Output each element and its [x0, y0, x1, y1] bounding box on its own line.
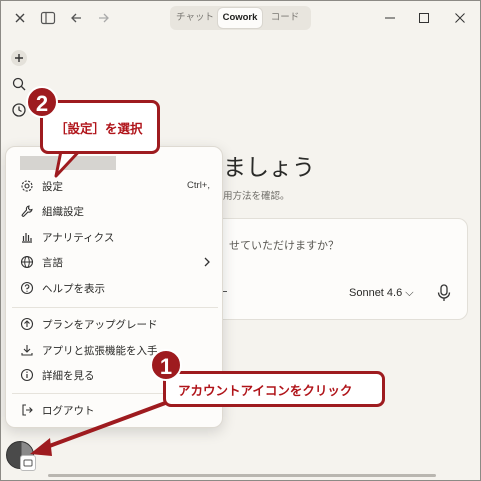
menu-shortcut: Ctrl+,	[187, 180, 210, 191]
annotation-step1: アカウントアイコンをクリック	[163, 371, 385, 407]
composer-placeholder: せていただけますか？	[229, 239, 339, 252]
menu-item-language[interactable]: 言語	[12, 250, 218, 274]
menu-item-upgrade[interactable]: プランをアップグレード	[12, 312, 218, 336]
minimize-icon[interactable]	[380, 8, 400, 28]
sidebar-toggle-icon[interactable]	[39, 9, 57, 27]
close-x-icon[interactable]	[11, 9, 29, 27]
download-icon	[20, 343, 34, 357]
tab-code[interactable]: コード	[264, 8, 306, 28]
annotation-step1-number: 1	[150, 349, 182, 381]
account-email-redacted	[20, 156, 116, 170]
menu-item-analytics[interactable]: アナリティクス	[12, 225, 218, 249]
greeting-heading: ましょう	[223, 155, 315, 181]
maximize-icon[interactable]	[414, 8, 434, 28]
tab-chat[interactable]: チャット	[174, 8, 216, 28]
microphone-icon[interactable]	[435, 283, 453, 303]
gear-icon	[20, 179, 34, 193]
mode-switcher: チャット Cowork コード	[170, 6, 311, 30]
new-chat-icon[interactable]	[10, 49, 28, 67]
menu-item-label: 設定	[42, 181, 63, 193]
annotation-step2-text: ［設定］を選択	[55, 120, 143, 136]
menu-item-label: アプリと拡張機能を入手	[42, 345, 158, 357]
menu-item-label: ヘルプを表示	[42, 283, 105, 295]
tab-cowork[interactable]: Cowork	[218, 8, 262, 28]
wrench-icon	[20, 204, 34, 218]
scrollbar-thumb[interactable]	[48, 474, 436, 477]
info-icon	[20, 368, 34, 382]
back-arrow-icon[interactable]	[67, 9, 85, 27]
annotation-step1-text: アカウントアイコンをクリック	[178, 382, 353, 398]
menu-item-label: 組織設定	[42, 206, 84, 218]
menu-item-org-settings[interactable]: 組織設定	[12, 199, 218, 223]
menu-item-get-apps[interactable]: アプリと拡張機能を入手	[12, 338, 218, 362]
greeting-subtext: 用方法を確認。	[223, 191, 290, 202]
title-bar: チャット Cowork コード	[0, 0, 481, 36]
menu-item-label: プランをアップグレード	[42, 319, 158, 331]
menu-item-help[interactable]: ヘルプを表示	[12, 276, 218, 300]
search-icon[interactable]	[10, 75, 28, 93]
menu-item-label: 言語	[42, 257, 63, 269]
annotation-step2: ［設定］を選択	[40, 100, 160, 154]
menu-item-label: アナリティクス	[42, 232, 115, 244]
menu-divider	[12, 307, 218, 308]
bar-chart-icon	[20, 230, 34, 244]
forward-arrow-icon[interactable]	[95, 9, 113, 27]
globe-icon	[20, 255, 34, 269]
menu-item-label: 詳細を見る	[42, 370, 95, 382]
horizontal-scrollbar[interactable]	[40, 470, 474, 479]
help-icon	[20, 281, 34, 295]
menu-item-label: ログアウト	[42, 405, 95, 417]
annotation-step2-number: 2	[26, 86, 58, 118]
chevron-right-icon	[202, 256, 212, 268]
upgrade-icon	[20, 317, 34, 331]
avatar-status-badge	[20, 455, 36, 471]
composer-box[interactable]: せていただけますか？ Sonnet 4.6 ⌵	[200, 218, 468, 320]
menu-item-settings[interactable]: 設定 Ctrl+,	[12, 174, 218, 198]
window-close-icon[interactable]	[450, 8, 470, 28]
model-selector[interactable]: Sonnet 4.6 ⌵	[349, 287, 414, 300]
logout-icon	[20, 403, 34, 417]
